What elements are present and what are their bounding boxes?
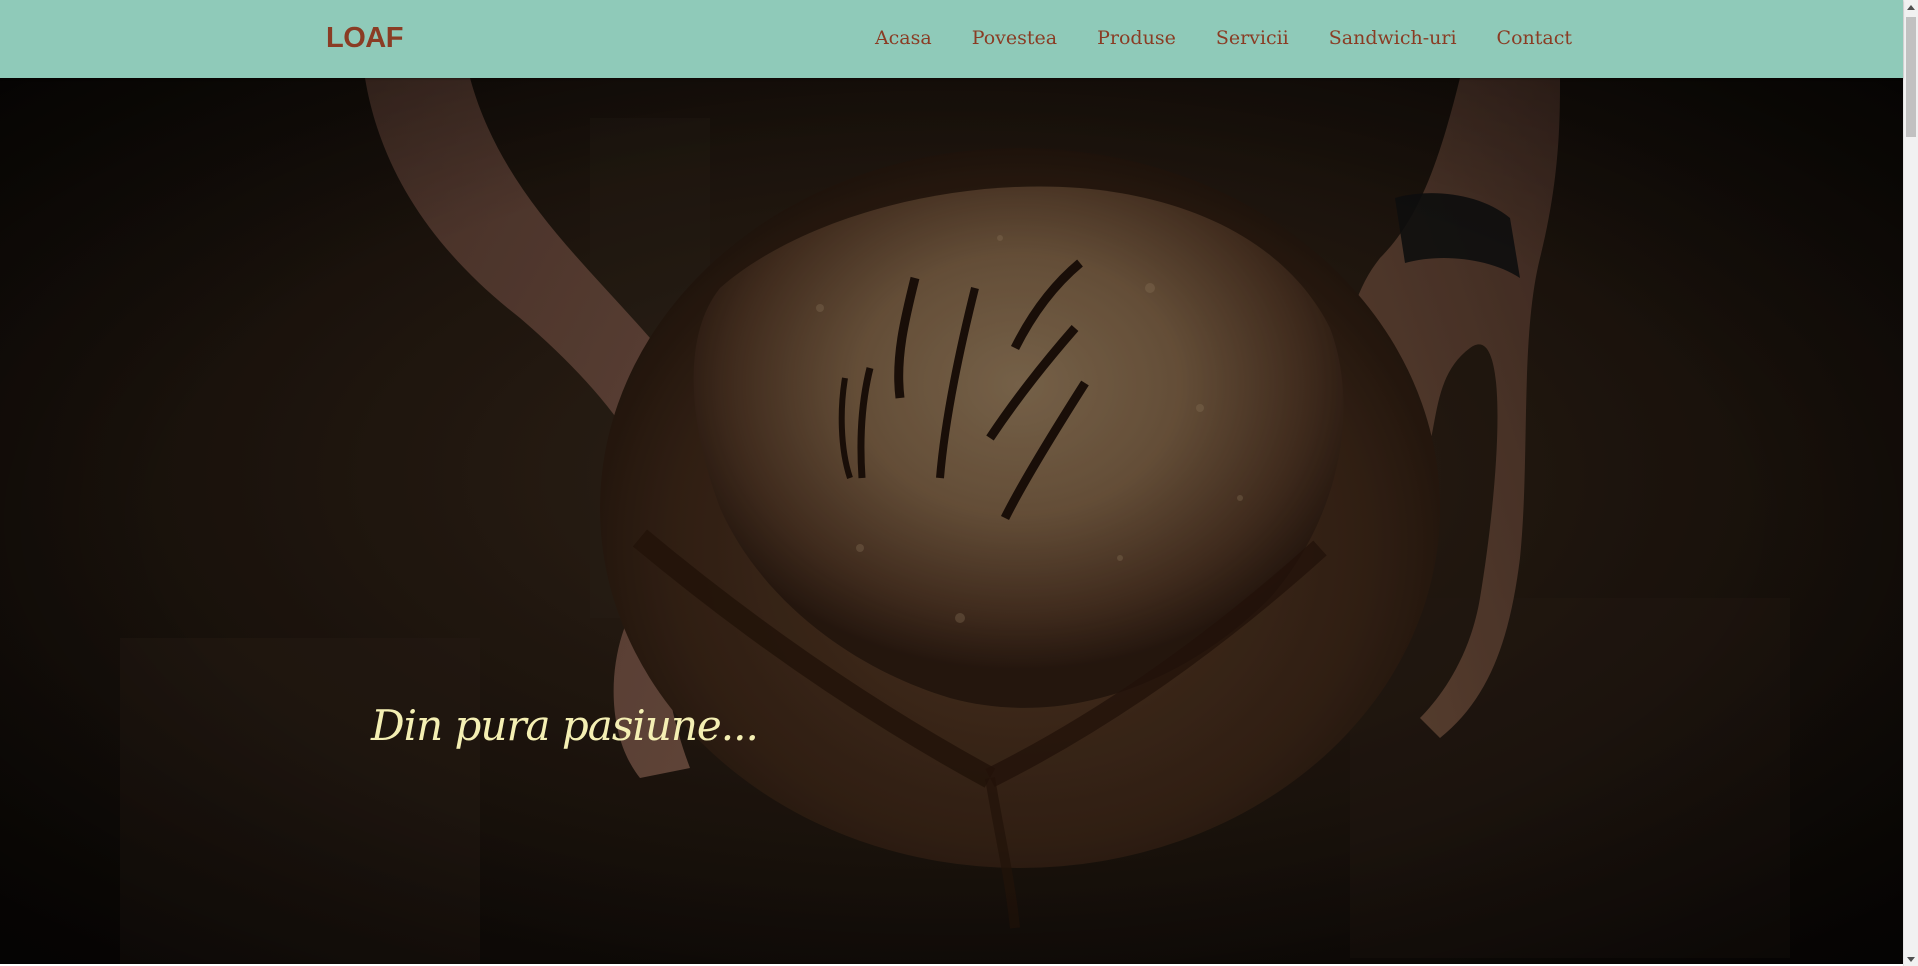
nav-item-contact: Contact bbox=[1497, 24, 1572, 52]
nav-item-acasa: Acasa bbox=[875, 24, 932, 52]
nav-link-contact[interactable]: Contact bbox=[1497, 27, 1572, 49]
scroll-up-arrow-icon[interactable] bbox=[1907, 5, 1915, 10]
nav-link-produse[interactable]: Produse bbox=[1097, 27, 1176, 49]
hero-section: Din pura pasiune... bbox=[0, 78, 1903, 964]
nav-item-produse: Produse bbox=[1097, 24, 1176, 52]
site-header: LOAF Acasa Povestea Produse Servicii San… bbox=[0, 0, 1903, 78]
nav-item-povestea: Povestea bbox=[972, 24, 1057, 52]
logo-link[interactable]: LOAF bbox=[326, 20, 403, 56]
page: LOAF Acasa Povestea Produse Servicii San… bbox=[0, 0, 1918, 966]
nav-link-acasa[interactable]: Acasa bbox=[875, 27, 932, 49]
nav-item-servicii: Servicii bbox=[1216, 24, 1289, 52]
main-nav: Acasa Povestea Produse Servicii Sandwich… bbox=[875, 24, 1572, 52]
page-scrollbar[interactable] bbox=[1903, 0, 1918, 966]
nav-link-servicii[interactable]: Servicii bbox=[1216, 27, 1289, 49]
hero-bread-image bbox=[0, 78, 1903, 964]
nav-link-sandwich-uri[interactable]: Sandwich-uri bbox=[1329, 27, 1457, 49]
hero-tagline: Din pura pasiune... bbox=[371, 701, 759, 750]
scroll-down-arrow-icon[interactable] bbox=[1907, 957, 1915, 962]
nav-link-povestea[interactable]: Povestea bbox=[972, 27, 1057, 49]
scroll-thumb[interactable] bbox=[1906, 17, 1916, 137]
nav-item-sandwich-uri: Sandwich-uri bbox=[1329, 24, 1457, 52]
